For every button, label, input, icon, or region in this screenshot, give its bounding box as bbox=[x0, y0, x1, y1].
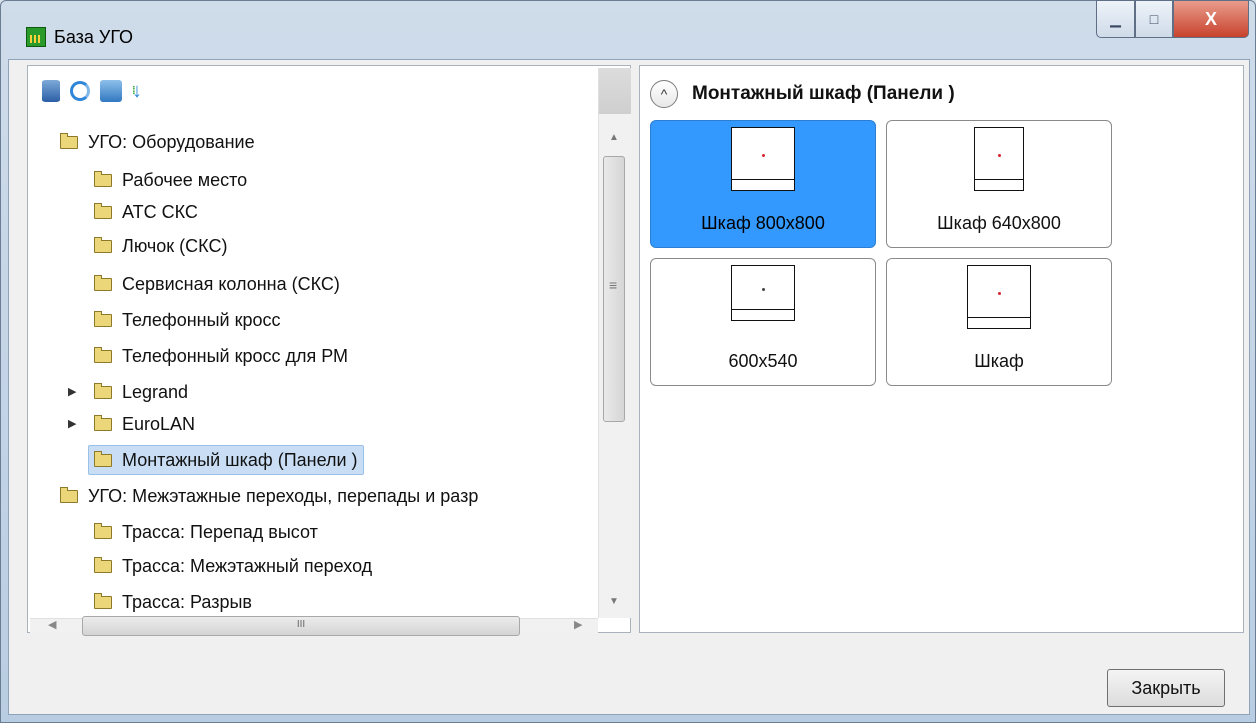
folder-icon bbox=[94, 414, 112, 431]
main-window: База УГО ▁ □ X ↓ ⁞ УГО: Оборудование Рабо… bbox=[0, 0, 1256, 723]
cabinet-symbol-icon bbox=[731, 127, 795, 191]
tree-item-phone-cross-rm[interactable]: Телефонный кросс для РМ bbox=[94, 340, 348, 372]
tree-item-label: Трасса: Межэтажный переход bbox=[122, 556, 373, 576]
folder-icon bbox=[94, 556, 112, 573]
sort-icon[interactable]: ↓ ⁞ bbox=[132, 80, 154, 102]
folder-icon bbox=[94, 522, 112, 539]
database-icon[interactable] bbox=[42, 80, 60, 102]
title-bar[interactable]: База УГО ▁ □ X bbox=[1, 0, 1255, 59]
folder-icon bbox=[94, 202, 112, 219]
tree-item-label: EuroLAN bbox=[122, 414, 196, 434]
expand-arrow-icon[interactable]: ▶ bbox=[68, 376, 76, 408]
tree-item-label: Телефонный кросс bbox=[122, 310, 281, 330]
tree-item-label: АТС СКС bbox=[122, 202, 198, 222]
tree-item-ugo-equipment[interactable]: УГО: Оборудование bbox=[60, 126, 255, 158]
tree-item-label: Монтажный шкаф (Панели ) bbox=[122, 450, 358, 470]
group-header: ^ Монтажный шкаф (Панели ) bbox=[650, 80, 955, 108]
tree-item-label: Лючок (СКС) bbox=[122, 236, 228, 256]
tree-item-ats-sks[interactable]: АТС СКС bbox=[94, 196, 198, 228]
tree-item-label: Legrand bbox=[122, 382, 189, 402]
group-title: Монтажный шкаф (Панели ) bbox=[692, 83, 955, 104]
symbol-tile[interactable]: 600x540 bbox=[650, 258, 876, 386]
app-icon bbox=[26, 27, 46, 47]
tile-label: Шкаф 640x800 bbox=[937, 213, 1061, 233]
folder-icon bbox=[94, 236, 112, 253]
tree-item-label: Рабочее место bbox=[122, 170, 248, 190]
symbol-tile[interactable]: Шкаф 800x800 bbox=[650, 120, 876, 248]
folder-icon bbox=[94, 310, 112, 327]
tree-item-floor-box[interactable]: Лючок (СКС) bbox=[94, 230, 227, 262]
folder-icon bbox=[94, 592, 112, 609]
tree-item-legrand[interactable]: ▶ Legrand bbox=[68, 376, 189, 408]
scroll-right-arrow-icon[interactable]: ▶ bbox=[574, 618, 582, 631]
minimize-button[interactable]: ▁ bbox=[1096, 0, 1135, 38]
scroll-up-arrow-icon[interactable]: ▲ bbox=[609, 132, 619, 143]
tree-item-ugo-floor-transitions[interactable]: УГО: Межэтажные переходы, перепады и раз… bbox=[60, 480, 478, 512]
tile-label: 600x540 bbox=[728, 351, 798, 371]
symbol-tile[interactable]: Шкаф bbox=[886, 258, 1112, 386]
tree-item-label: УГО: Межэтажные переходы, перепады и раз… bbox=[88, 486, 479, 506]
tree-item-label: Трасса: Перепад высот bbox=[122, 522, 318, 542]
tree-item-height-drop[interactable]: Трасса: Перепад высот bbox=[94, 516, 318, 548]
sync-icon[interactable] bbox=[100, 80, 122, 102]
tree-item-break[interactable]: Трасса: Разрыв bbox=[94, 586, 252, 616]
scroll-left-arrow-icon[interactable]: ◀ bbox=[48, 618, 56, 631]
folder-icon bbox=[60, 486, 78, 503]
window-title: База УГО bbox=[54, 27, 134, 47]
symbol-panel: ^ Монтажный шкаф (Панели ) Шкаф 800x800 … bbox=[639, 65, 1244, 633]
cabinet-symbol-icon bbox=[731, 265, 795, 321]
ugo-tree[interactable]: УГО: Оборудование Рабочее место АТС СКС … bbox=[28, 126, 598, 616]
horizontal-scroll-thumb[interactable]: III bbox=[82, 616, 520, 636]
folder-icon bbox=[94, 450, 112, 467]
close-window-button[interactable]: X bbox=[1173, 0, 1249, 38]
cabinet-symbol-icon bbox=[974, 127, 1024, 191]
symbol-tile[interactable]: Шкаф 640x800 bbox=[886, 120, 1112, 248]
folder-icon bbox=[94, 346, 112, 363]
tree-item-eurolan[interactable]: ▶ EuroLAN bbox=[68, 408, 196, 440]
tree-item-floor-transition[interactable]: Трасса: Межэтажный переход bbox=[94, 550, 372, 582]
folder-icon bbox=[94, 170, 112, 187]
tree-item-workplace[interactable]: Рабочее место bbox=[94, 164, 247, 196]
tile-label: Шкаф 800x800 bbox=[701, 213, 825, 233]
tree-item-service-column[interactable]: Сервисная колонна (СКС) bbox=[94, 268, 340, 300]
tree-item-label: Трасса: Разрыв bbox=[122, 592, 252, 612]
cabinet-symbol-icon bbox=[967, 265, 1031, 329]
refresh-icon[interactable] bbox=[70, 81, 90, 101]
tree-item-phone-cross[interactable]: Телефонный кросс bbox=[94, 304, 281, 336]
horizontal-scrollbar[interactable]: ◀ III ▶ bbox=[30, 616, 598, 636]
collapse-group-button[interactable]: ^ bbox=[650, 80, 678, 108]
folder-icon bbox=[94, 274, 112, 291]
scroll-down-arrow-icon[interactable]: ▼ bbox=[609, 596, 619, 607]
folder-icon bbox=[94, 382, 112, 399]
maximize-button[interactable]: □ bbox=[1135, 0, 1173, 38]
window-controls: ▁ □ X bbox=[1096, 0, 1249, 38]
tree-item-label: Сервисная колонна (СКС) bbox=[122, 274, 340, 294]
folder-icon bbox=[60, 132, 78, 149]
vertical-scroll-thumb[interactable] bbox=[603, 156, 625, 422]
close-button[interactable]: Закрыть bbox=[1107, 669, 1225, 707]
tree-item-label: Телефонный кросс для РМ bbox=[122, 346, 349, 366]
tree-item-label: УГО: Оборудование bbox=[88, 132, 255, 152]
expand-arrow-icon[interactable]: ▶ bbox=[68, 408, 76, 440]
tree-item-mounting-cabinet[interactable]: Монтажный шкаф (Панели ) bbox=[88, 444, 364, 476]
tree-panel: ↓ ⁞ УГО: Оборудование Рабочее место АТС С… bbox=[27, 65, 631, 636]
tile-label: Шкаф bbox=[974, 351, 1024, 371]
toolbar: ↓ ⁞ bbox=[40, 80, 154, 106]
panel-resize-grip[interactable] bbox=[599, 68, 631, 114]
vertical-scrollbar[interactable]: ▲ ▼ bbox=[598, 68, 631, 618]
